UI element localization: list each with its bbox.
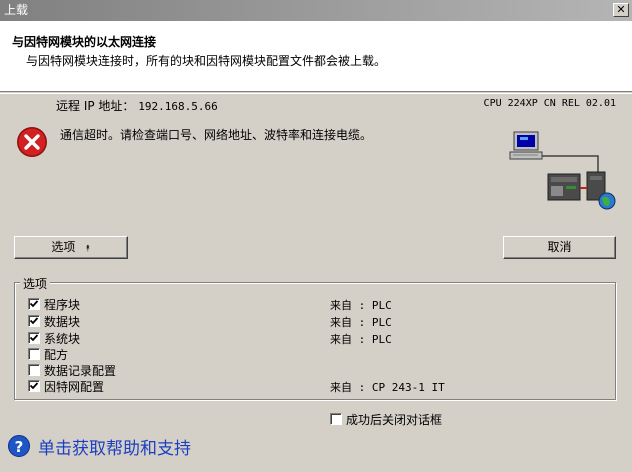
- option-source: 来自 : PLC: [330, 333, 392, 346]
- close-icon: ✕: [616, 3, 626, 16]
- cpu-info: CPU 224XP CN REL 02.01: [483, 98, 616, 109]
- option-source: 来自 : CP 243-1 IT: [330, 381, 445, 394]
- option-data-block[interactable]: 数据块: [28, 313, 80, 329]
- checkbox[interactable]: [28, 380, 40, 392]
- checkbox[interactable]: [28, 298, 40, 310]
- chevron-up-icon: ⯭: [85, 244, 91, 254]
- title-bar: 上载 ✕: [0, 0, 632, 21]
- close-button[interactable]: ✕: [613, 3, 629, 17]
- options-group: [14, 282, 616, 400]
- options-group-label: 选项: [20, 275, 51, 292]
- network-illustration-icon: [509, 131, 616, 210]
- check-icon: [29, 334, 39, 342]
- checkbox[interactable]: [28, 364, 40, 376]
- option-label: 系统块: [44, 331, 81, 346]
- option-data-log-config[interactable]: 数据记录配置: [28, 362, 116, 378]
- help-link-text[interactable]: 单击获取帮助和支持: [38, 434, 191, 459]
- option-source: 来自 : PLC: [330, 316, 392, 329]
- checkbox[interactable]: [330, 413, 342, 425]
- help-link[interactable]: ? 单击获取帮助和支持: [8, 434, 191, 459]
- close-on-success-label: 成功后关闭对话框: [346, 412, 443, 427]
- option-label: 数据块: [44, 314, 81, 329]
- option-program-block[interactable]: 程序块: [28, 296, 80, 312]
- checkbox[interactable]: [28, 348, 40, 360]
- cancel-button[interactable]: 取消: [503, 236, 616, 259]
- options-button-label: 选项: [51, 240, 76, 254]
- header-title: 与因特网模块的以太网连接: [12, 35, 157, 49]
- checkbox[interactable]: [28, 315, 40, 327]
- error-icon: [17, 127, 47, 157]
- window-title: 上载: [4, 3, 29, 17]
- header-subtitle: 与因特网模块连接时，所有的块和因特网模块配置文件都会被上载。: [26, 54, 387, 68]
- option-label: 数据记录配置: [44, 363, 117, 378]
- header-panel: 与因特网模块的以太网连接 与因特网模块连接时，所有的块和因特网模块配置文件都会被…: [0, 21, 632, 92]
- options-toggle-button[interactable]: 选项 ⯭: [14, 236, 128, 259]
- help-icon: ?: [8, 435, 30, 457]
- option-internet-config[interactable]: 因特网配置: [28, 378, 104, 394]
- divider: [0, 93, 632, 94]
- remote-ip-row: 远程 IP 地址： 192.168.5.66: [56, 97, 218, 114]
- option-label: 配方: [44, 347, 69, 362]
- check-icon: [29, 300, 39, 308]
- option-system-block[interactable]: 系统块: [28, 330, 80, 346]
- option-source: 来自 : PLC: [330, 299, 392, 312]
- checkbox[interactable]: [28, 332, 40, 344]
- remote-ip-label: 远程 IP 地址：: [56, 99, 135, 113]
- check-icon: [29, 382, 39, 390]
- remote-ip-value: 192.168.5.66: [138, 100, 218, 113]
- option-label: 程序块: [44, 297, 81, 312]
- error-message: 通信超时。请检查端口号、网络地址、波特率和连接电缆。: [60, 128, 373, 142]
- option-label: 因特网配置: [44, 379, 105, 394]
- close-on-success-option[interactable]: 成功后关闭对话框: [330, 411, 442, 427]
- check-icon: [29, 317, 39, 325]
- option-recipe[interactable]: 配方: [28, 346, 68, 362]
